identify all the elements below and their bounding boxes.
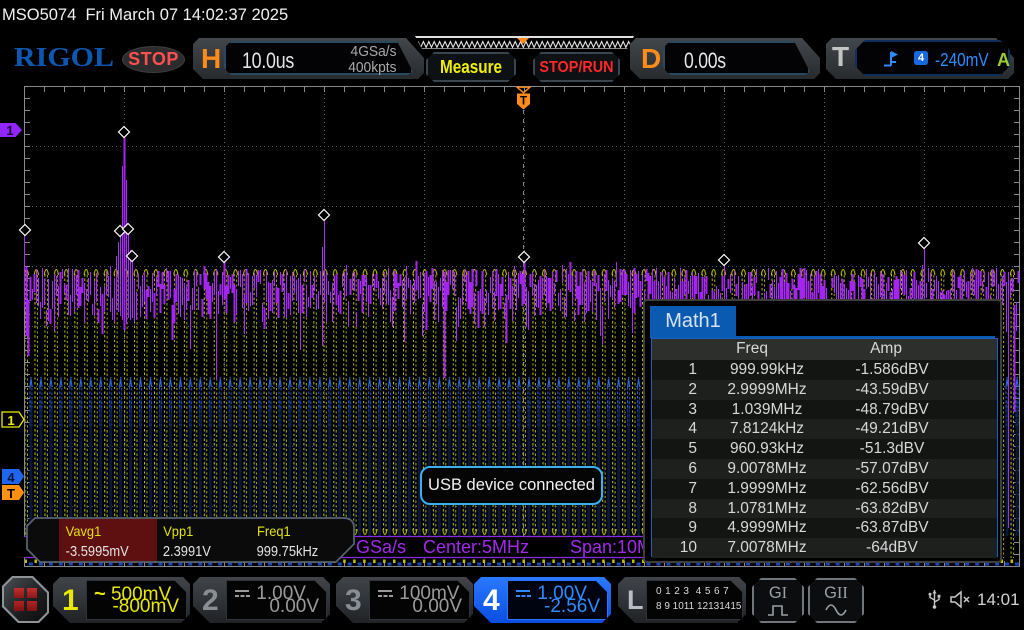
svg-text:Center:5MHz: Center:5MHz [423, 537, 529, 557]
svg-text:1: 1 [7, 413, 14, 428]
svg-text:T: T [7, 486, 15, 501]
svg-text:1: 1 [6, 123, 13, 138]
svg-text:4: 4 [7, 470, 15, 485]
svg-text:T: T [520, 96, 527, 108]
svg-text:GSa/s: GSa/s [356, 537, 406, 557]
